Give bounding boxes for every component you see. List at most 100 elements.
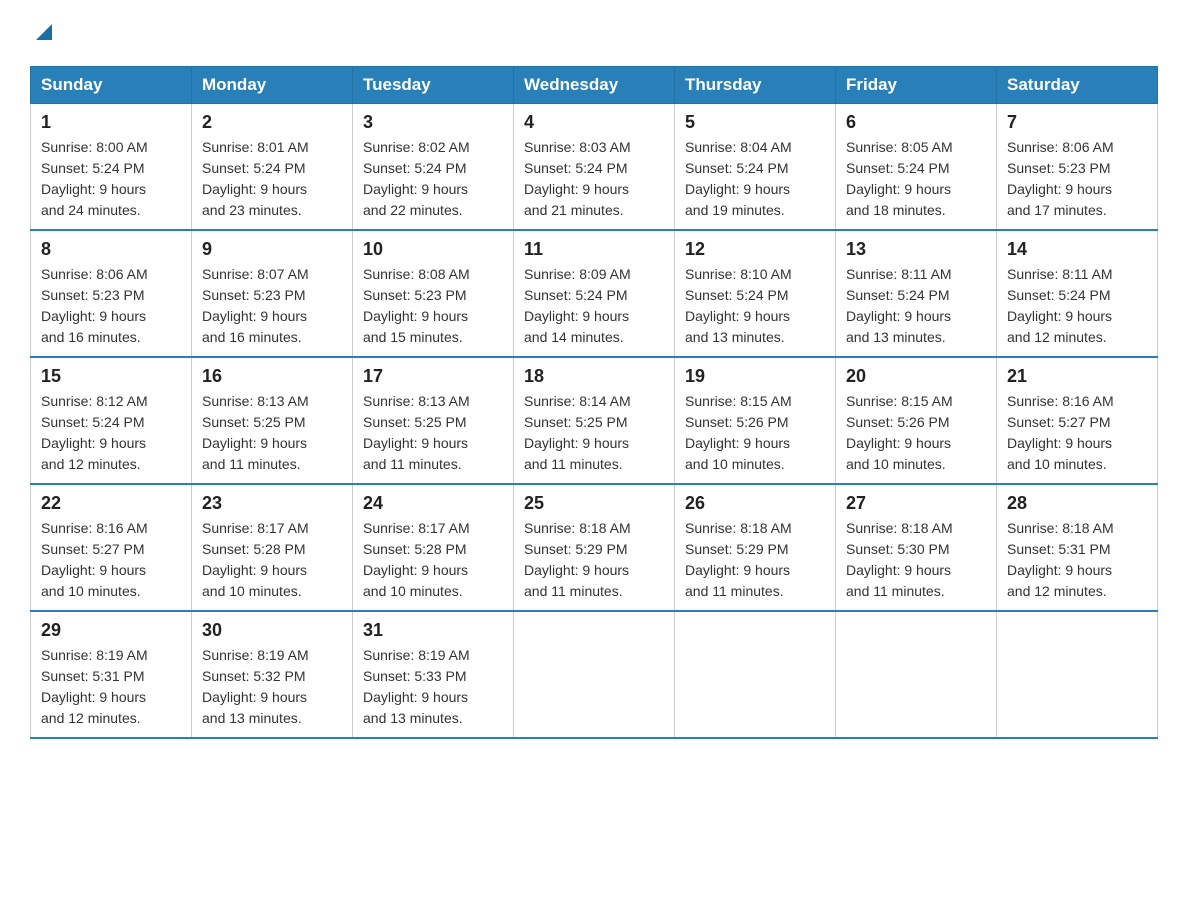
day-number: 7 — [1007, 112, 1147, 133]
calendar-cell: 31Sunrise: 8:19 AMSunset: 5:33 PMDayligh… — [353, 611, 514, 738]
weekday-header-saturday: Saturday — [997, 67, 1158, 104]
calendar-cell: 5 Sunrise: 8:04 AMSunset: 5:24 PMDaylight… — [675, 104, 836, 231]
day-info: Sunrise: 8:18 AMSunset: 5:31 PMDaylight:… — [1007, 518, 1147, 602]
calendar-cell: 19 Sunrise: 8:15 AMSunset: 5:26 PMDayligh… — [675, 357, 836, 484]
day-number: 3 — [363, 112, 503, 133]
day-number: 22 — [41, 493, 181, 514]
day-number: 27 — [846, 493, 986, 514]
calendar-cell — [675, 611, 836, 738]
day-info: Sunrise: 8:16 AMSunset: 5:27 PMDaylight:… — [1007, 391, 1147, 475]
day-number: 13 — [846, 239, 986, 260]
calendar-cell: 20Sunrise: 8:15 AMSunset: 5:26 PMDayligh… — [836, 357, 997, 484]
calendar-cell: 22 Sunrise: 8:16 AMSunset: 5:27 PMDayligh… — [31, 484, 192, 611]
day-info: Sunrise: 8:19 AMSunset: 5:31 PMDaylight:… — [41, 645, 181, 729]
logo — [30, 20, 56, 46]
day-info: Sunrise: 8:06 AMSunset: 5:23 PMDaylight:… — [1007, 137, 1147, 221]
day-info: Sunrise: 8:07 AMSunset: 5:23 PMDaylight:… — [202, 264, 342, 348]
day-number: 30 — [202, 620, 342, 641]
calendar-cell: 23 Sunrise: 8:17 AMSunset: 5:28 PMDayligh… — [192, 484, 353, 611]
day-number: 2 — [202, 112, 342, 133]
weekday-header-friday: Friday — [836, 67, 997, 104]
day-number: 12 — [685, 239, 825, 260]
calendar-cell — [514, 611, 675, 738]
day-info: Sunrise: 8:04 AMSunset: 5:24 PMDaylight:… — [685, 137, 825, 221]
calendar-week-row: 15 Sunrise: 8:12 AMSunset: 5:24 PMDayligh… — [31, 357, 1158, 484]
calendar-cell: 4 Sunrise: 8:03 AMSunset: 5:24 PMDaylight… — [514, 104, 675, 231]
day-number: 15 — [41, 366, 181, 387]
calendar-cell: 9 Sunrise: 8:07 AMSunset: 5:23 PMDaylight… — [192, 230, 353, 357]
calendar-cell: 10Sunrise: 8:08 AMSunset: 5:23 PMDayligh… — [353, 230, 514, 357]
calendar-cell: 27 Sunrise: 8:18 AMSunset: 5:30 PMDayligh… — [836, 484, 997, 611]
day-info: Sunrise: 8:11 AMSunset: 5:24 PMDaylight:… — [1007, 264, 1147, 348]
day-number: 16 — [202, 366, 342, 387]
day-info: Sunrise: 8:12 AMSunset: 5:24 PMDaylight:… — [41, 391, 181, 475]
day-info: Sunrise: 8:00 AMSunset: 5:24 PMDaylight:… — [41, 137, 181, 221]
weekday-header-monday: Monday — [192, 67, 353, 104]
day-info: Sunrise: 8:05 AMSunset: 5:24 PMDaylight:… — [846, 137, 986, 221]
page-header — [30, 20, 1158, 46]
calendar-cell: 7 Sunrise: 8:06 AMSunset: 5:23 PMDaylight… — [997, 104, 1158, 231]
day-info: Sunrise: 8:18 AMSunset: 5:29 PMDaylight:… — [524, 518, 664, 602]
calendar-cell: 3Sunrise: 8:02 AMSunset: 5:24 PMDaylight… — [353, 104, 514, 231]
calendar-cell: 16 Sunrise: 8:13 AMSunset: 5:25 PMDayligh… — [192, 357, 353, 484]
calendar-cell: 11 Sunrise: 8:09 AMSunset: 5:24 PMDayligh… — [514, 230, 675, 357]
day-number: 24 — [363, 493, 503, 514]
calendar-cell — [836, 611, 997, 738]
calendar-cell: 2 Sunrise: 8:01 AMSunset: 5:24 PMDaylight… — [192, 104, 353, 231]
calendar-week-row: 22 Sunrise: 8:16 AMSunset: 5:27 PMDayligh… — [31, 484, 1158, 611]
weekday-header-wednesday: Wednesday — [514, 67, 675, 104]
weekday-header-sunday: Sunday — [31, 67, 192, 104]
calendar-cell: 21 Sunrise: 8:16 AMSunset: 5:27 PMDayligh… — [997, 357, 1158, 484]
day-number: 17 — [363, 366, 503, 387]
day-info: Sunrise: 8:09 AMSunset: 5:24 PMDaylight:… — [524, 264, 664, 348]
calendar-cell: 6 Sunrise: 8:05 AMSunset: 5:24 PMDaylight… — [836, 104, 997, 231]
day-number: 9 — [202, 239, 342, 260]
day-number: 1 — [41, 112, 181, 133]
day-number: 6 — [846, 112, 986, 133]
day-info: Sunrise: 8:18 AMSunset: 5:30 PMDaylight:… — [846, 518, 986, 602]
calendar-cell: 26 Sunrise: 8:18 AMSunset: 5:29 PMDayligh… — [675, 484, 836, 611]
day-info: Sunrise: 8:01 AMSunset: 5:24 PMDaylight:… — [202, 137, 342, 221]
calendar-cell: 24Sunrise: 8:17 AMSunset: 5:28 PMDayligh… — [353, 484, 514, 611]
calendar-cell: 12 Sunrise: 8:10 AMSunset: 5:24 PMDayligh… — [675, 230, 836, 357]
calendar-cell: 15 Sunrise: 8:12 AMSunset: 5:24 PMDayligh… — [31, 357, 192, 484]
calendar-cell: 17Sunrise: 8:13 AMSunset: 5:25 PMDayligh… — [353, 357, 514, 484]
calendar-cell: 14 Sunrise: 8:11 AMSunset: 5:24 PMDayligh… — [997, 230, 1158, 357]
day-info: Sunrise: 8:17 AMSunset: 5:28 PMDaylight:… — [202, 518, 342, 602]
day-info: Sunrise: 8:15 AMSunset: 5:26 PMDaylight:… — [685, 391, 825, 475]
day-info: Sunrise: 8:11 AMSunset: 5:24 PMDaylight:… — [846, 264, 986, 348]
day-number: 11 — [524, 239, 664, 260]
day-number: 4 — [524, 112, 664, 133]
day-info: Sunrise: 8:14 AMSunset: 5:25 PMDaylight:… — [524, 391, 664, 475]
day-number: 21 — [1007, 366, 1147, 387]
day-number: 20 — [846, 366, 986, 387]
day-info: Sunrise: 8:10 AMSunset: 5:24 PMDaylight:… — [685, 264, 825, 348]
logo-triangle-icon — [32, 20, 56, 44]
day-info: Sunrise: 8:13 AMSunset: 5:25 PMDaylight:… — [202, 391, 342, 475]
calendar-cell: 25 Sunrise: 8:18 AMSunset: 5:29 PMDayligh… — [514, 484, 675, 611]
day-info: Sunrise: 8:18 AMSunset: 5:29 PMDaylight:… — [685, 518, 825, 602]
day-info: Sunrise: 8:16 AMSunset: 5:27 PMDaylight:… — [41, 518, 181, 602]
weekday-header-tuesday: Tuesday — [353, 67, 514, 104]
weekday-header-thursday: Thursday — [675, 67, 836, 104]
day-number: 8 — [41, 239, 181, 260]
day-info: Sunrise: 8:06 AMSunset: 5:23 PMDaylight:… — [41, 264, 181, 348]
day-info: Sunrise: 8:03 AMSunset: 5:24 PMDaylight:… — [524, 137, 664, 221]
day-number: 26 — [685, 493, 825, 514]
day-number: 29 — [41, 620, 181, 641]
calendar-week-row: 1 Sunrise: 8:00 AMSunset: 5:24 PMDaylight… — [31, 104, 1158, 231]
day-number: 18 — [524, 366, 664, 387]
calendar-cell: 28Sunrise: 8:18 AMSunset: 5:31 PMDayligh… — [997, 484, 1158, 611]
day-number: 23 — [202, 493, 342, 514]
calendar-cell — [997, 611, 1158, 738]
calendar-cell: 18 Sunrise: 8:14 AMSunset: 5:25 PMDayligh… — [514, 357, 675, 484]
day-number: 31 — [363, 620, 503, 641]
day-number: 19 — [685, 366, 825, 387]
calendar-cell: 13 Sunrise: 8:11 AMSunset: 5:24 PMDayligh… — [836, 230, 997, 357]
day-number: 5 — [685, 112, 825, 133]
weekday-header-row: SundayMondayTuesdayWednesdayThursdayFrid… — [31, 67, 1158, 104]
day-number: 25 — [524, 493, 664, 514]
calendar-week-row: 8 Sunrise: 8:06 AMSunset: 5:23 PMDaylight… — [31, 230, 1158, 357]
day-number: 14 — [1007, 239, 1147, 260]
day-number: 10 — [363, 239, 503, 260]
